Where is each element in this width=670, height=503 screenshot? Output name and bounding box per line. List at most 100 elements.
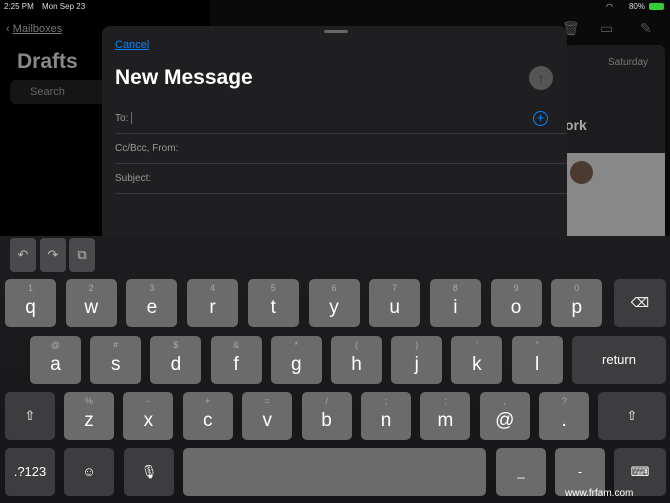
key-alt-char: 3 [149,283,155,293]
key-label: ☺ [82,464,96,479]
key-h[interactable]: (h [331,336,382,384]
key-alt-char: 0 [574,283,580,293]
underscore-key[interactable]: _ [496,448,546,496]
key-t[interactable]: 5t [247,279,299,327]
key-e[interactable]: 3e [126,279,178,327]
search-input[interactable]: Search [10,80,110,104]
back-mailboxes-button[interactable]: ‹ Mailboxes [6,23,62,35]
key-u[interactable]: 7u [369,279,421,327]
dictation-key[interactable]: 🎙 [124,448,174,496]
to-field[interactable]: To: [115,104,567,134]
key-alt-char: - [146,396,150,406]
compose-sheet: Cancel New Message ↑ To: + Cc/Bcc, From:… [102,26,567,240]
key-n[interactable]: ; n [361,392,411,440]
key-b[interactable]: / b [301,392,352,440]
delete-key[interactable]: ⌫ [614,279,666,327]
key-d[interactable]: $ d [150,336,202,384]
key-label: w [84,297,99,318]
key-label: x [143,410,154,431]
key-label: f [233,354,239,375]
key-w[interactable]: 2w [65,279,117,327]
compose-title: New Message [115,66,253,89]
key-g[interactable]: * g [270,336,322,384]
key-label: g [291,354,302,375]
avatar [570,161,593,184]
key-label: 🎙 [140,464,158,479]
key-label: t [270,297,276,318]
key-label: m [437,410,454,431]
folder-icon[interactable]: ▭ [600,20,613,37]
redo-button[interactable]: ↷ [40,238,66,272]
key-z[interactable]: % z [64,392,114,440]
key-f[interactable]: & f [210,336,262,384]
key-label: n [380,410,392,431]
key-alt-char: 5 [270,283,276,293]
emoji-key[interactable]: ☺ [64,448,114,496]
cancel-button[interactable]: Cancel [115,39,149,51]
key-alt-char: # [113,340,119,350]
key-i[interactable]: 8i [429,279,481,327]
key-label: h [351,354,362,375]
key-c[interactable]: + c [182,392,233,440]
key-x[interactable]: -x [123,392,174,440]
key-a[interactable]: @ a [30,336,81,384]
key-label: z [84,410,94,431]
key-alt-char: / [325,396,328,406]
return-key[interactable]: return [572,336,666,384]
key-alt-char: * [294,340,299,350]
key-s[interactable]: # s [90,336,142,384]
key-alt-char: 6 [331,283,337,293]
key-alt-char: = [264,396,270,406]
subject-field[interactable]: Subject: [115,164,567,194]
shift-key-right[interactable]: ⇧ [598,392,666,440]
key-j[interactable]: ) j [391,336,443,384]
key-k[interactable]: ' k [451,336,503,384]
key-alt-char: 8 [452,283,458,293]
key-label: .?123 [13,464,47,479]
key-at[interactable]: , @ [479,392,530,440]
key-y[interactable]: 6y [308,279,360,327]
key-alt-char: ; [384,396,388,406]
key-label: b [321,410,332,431]
key-period[interactable]: ?. [539,392,590,440]
key-r[interactable]: 4r [187,279,239,327]
key-label: s [110,354,121,375]
add-contact-icon[interactable]: + [533,111,548,126]
key-label: ⌫ [630,295,650,310]
key-alt-char: + [205,396,211,406]
paste-button[interactable]: ⧉ [69,238,95,272]
compose-icon[interactable]: ✎ [640,20,652,37]
key-alt-char: ? [561,396,567,406]
status-date: Mon Sep 23 [42,2,86,11]
key-alt-char: , [503,396,507,406]
battery-icon [649,3,664,10]
key-label: e [146,297,158,318]
space-key[interactable] [183,448,486,496]
key-p[interactable]: 0p [551,279,603,327]
key-label: @ [495,410,515,431]
cc-bcc-field[interactable]: Cc/Bcc, From: [115,134,567,164]
key-alt-char: : [444,396,447,406]
key-alt-char: 2 [88,283,94,293]
key-l[interactable]: " l [511,336,563,384]
key-label: _ [517,464,525,479]
numbers-key[interactable]: .?123 [5,448,55,496]
date-label: Saturday [608,57,649,68]
shift-key-left[interactable]: ⇧ [5,392,55,440]
key-label: a [50,354,61,375]
key-label: p [571,297,583,318]
grabber-handle[interactable] [324,30,348,33]
key-o[interactable]: 9o [490,279,542,327]
partial-subject: ork [565,117,587,133]
undo-button[interactable]: ↶ [10,238,36,272]
key-label: return [602,352,636,367]
key-alt-char: 1 [27,283,33,293]
key-label: ⇧ [626,408,638,423]
key-q[interactable]: 1q [5,279,56,327]
send-button[interactable]: ↑ [529,66,553,90]
key-v[interactable]: = v [242,392,293,440]
key-m[interactable]: :m [420,392,471,440]
key-label: u [389,297,400,318]
key-alt-char: $ [173,340,179,350]
status-bar: 2:25 PM Mon Sep 23 ◠ 80% [0,0,670,12]
